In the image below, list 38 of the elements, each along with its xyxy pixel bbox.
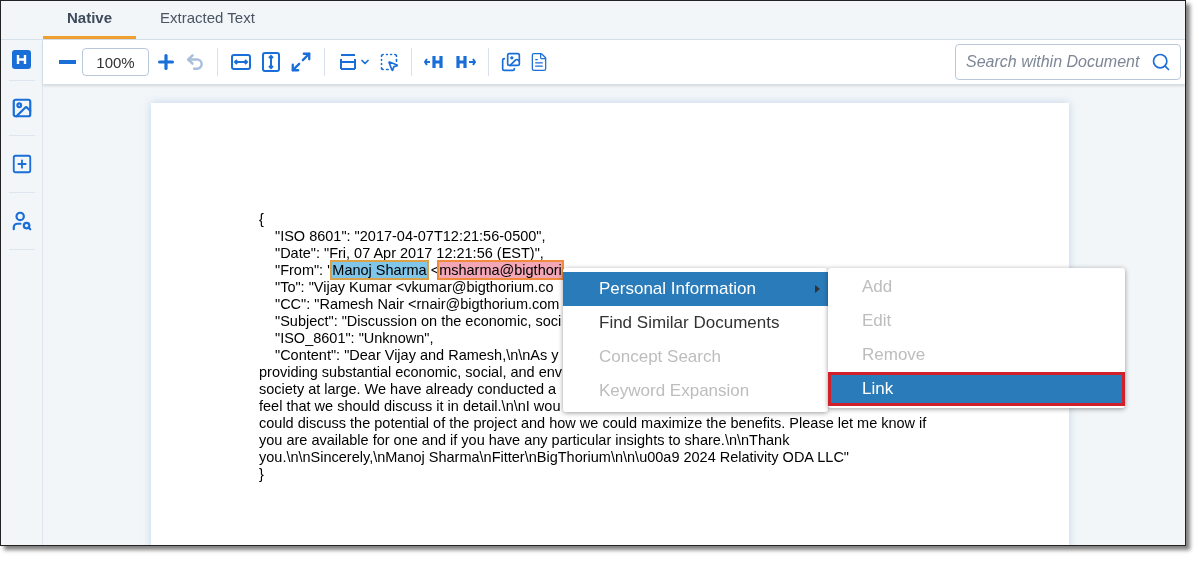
- images-icon: [501, 52, 521, 72]
- document-text: "Date": "Fri, 07 Apr 2017 12:21:56 (EST)",: [275, 245, 544, 261]
- document-text: "To": "Vijay Kumar <vkumar@bigthorium.co: [275, 279, 554, 295]
- expand-icon: [290, 51, 312, 73]
- document-text: providing substantial economic, social, and env: [259, 364, 563, 380]
- email-highlight: msharma@bigthori: [439, 262, 562, 278]
- highlight-icon[interactable]: [12, 49, 31, 69]
- tab[interactable]: Extracted Text: [136, 1, 279, 39]
- menu-item[interactable]: Link: [828, 372, 1125, 406]
- fit-height-icon: [260, 51, 282, 73]
- plus-icon: [155, 51, 177, 73]
- document-text: {: [259, 211, 264, 227]
- document-text: feel that we should discuss it in detail.\n\nI wou: [259, 398, 561, 414]
- document-text: "Content": "Dear Vijay and Ramesh,\n\nAs y: [275, 347, 559, 363]
- document-text: society at large. We have already conducted a: [259, 381, 557, 397]
- document-icon: [529, 52, 549, 72]
- name-highlight: Manoj Sharma: [332, 262, 427, 278]
- undo-icon: [185, 52, 205, 72]
- search-field[interactable]: Search within Document: [955, 44, 1181, 80]
- zoom-field[interactable]: 100%: [82, 48, 149, 76]
- image-icon[interactable]: [10, 97, 33, 119]
- search-icon[interactable]: [1151, 52, 1171, 72]
- document-text: "ISO_8601": "Unknown",: [275, 330, 434, 346]
- document-text: }: [259, 466, 264, 482]
- menu-item[interactable]: Personal Information: [563, 272, 828, 306]
- document-text: "CC": "Ramesh Nair <rnair@bigthorium.com: [275, 296, 560, 312]
- fit-width-icon: [230, 51, 252, 73]
- document-text: you.\n\nSincerely,\nManoj Sharma\nFitter\nBigThorium\n\n\u00a9 2024 Relativity ODA LLC": [259, 449, 849, 465]
- plus-minus-icon[interactable]: [10, 153, 33, 175]
- document-text: "ISO 8601": "2017-04-07T12:21:56-0500",: [275, 228, 546, 244]
- dashed-select-icon: [379, 52, 399, 72]
- person-search-icon[interactable]: [10, 210, 33, 232]
- minus-icon: [59, 60, 76, 64]
- menu-item[interactable]: Find Similar Documents: [563, 306, 828, 340]
- document-text: could discuss the potential of the project and how we could maximize the benefits. Please let me know if: [259, 415, 927, 431]
- columns-icon: [337, 51, 359, 73]
- document-text: "Subject": "Discussion on the economic, soci: [275, 313, 562, 329]
- document-text: you are available for one and if you have any particular insights to share.\n\nThank: [259, 432, 790, 448]
